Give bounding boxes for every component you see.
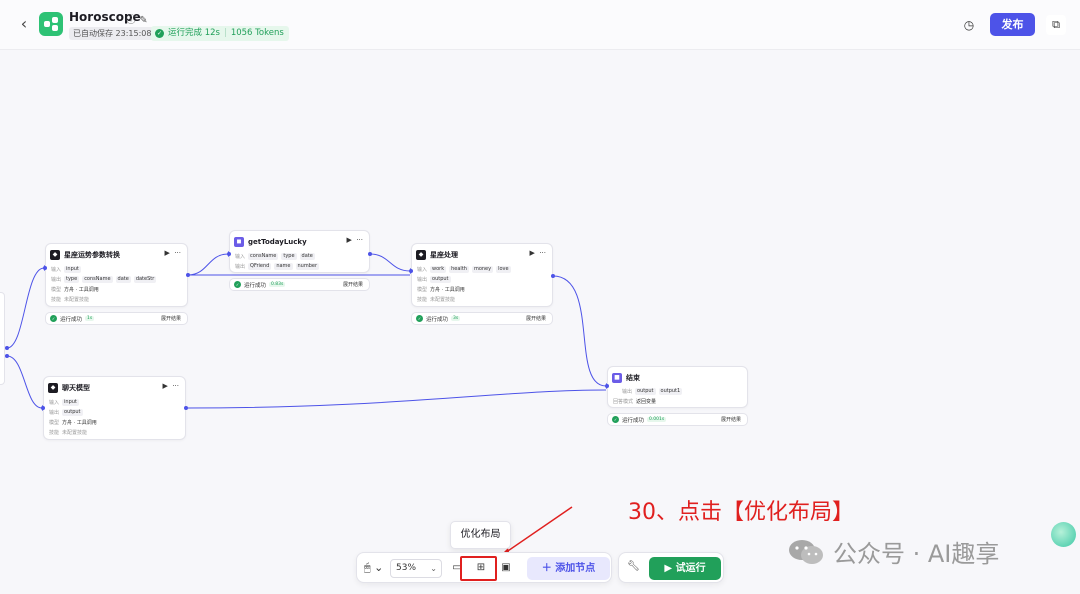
var-tag: number: [295, 262, 320, 270]
model-value: 方舟 · 工具调用: [62, 419, 97, 426]
var-tag: consName: [82, 275, 113, 283]
var-tag: output: [430, 275, 451, 283]
more-icon[interactable]: ···: [539, 249, 546, 257]
skill-value: 未配置技能: [430, 296, 456, 303]
wrench-icon[interactable]: 🔧︎: [627, 561, 640, 572]
run-result-bar[interactable]: ✓ 运行成功 0.83s 展开结果: [229, 278, 370, 291]
node-title: 聊天模型: [62, 383, 90, 392]
edge-start-chat: [6, 355, 43, 409]
optimize-layout-tooltip: 优化布局: [450, 521, 511, 549]
node-title: 星座处理: [430, 250, 458, 259]
var-tag: input: [64, 265, 81, 273]
input-port[interactable]: [605, 384, 609, 388]
edge-lucky-process: [369, 253, 411, 272]
play-icon[interactable]: ▶: [164, 249, 169, 257]
var-tag: type: [281, 252, 297, 260]
input-port[interactable]: [41, 406, 45, 410]
output-port[interactable]: [184, 406, 188, 410]
var-tag: work: [430, 265, 447, 273]
input-port[interactable]: [227, 252, 231, 256]
run-result-bar[interactable]: ✓ 运行成功 3s 展开结果: [411, 312, 553, 325]
node-end[interactable]: ■ 结束 输出 output output1 回答模式 返回变量: [607, 366, 748, 408]
output-port[interactable]: [368, 252, 372, 256]
edge-chat-end: [185, 389, 607, 409]
expand-result-button[interactable]: 展开结果: [526, 315, 546, 322]
var-tag: QFriend: [248, 262, 272, 270]
var-tag: date: [115, 275, 131, 283]
node-get-today-lucky[interactable]: ◼ getTodayLucky ▶ ··· 输入 consName type d…: [229, 230, 370, 273]
output-port[interactable]: [186, 273, 190, 277]
var-tag: money: [471, 265, 494, 273]
var-tag: date: [299, 252, 315, 260]
var-tag: output: [635, 387, 656, 395]
add-node-button[interactable]: ＋ 添加节点: [527, 557, 610, 580]
var-tag: dateStr: [133, 275, 157, 283]
output-port[interactable]: [5, 354, 9, 358]
llm-icon: ◆: [416, 249, 426, 260]
watermark: 公众号 · AI趣享: [787, 534, 999, 569]
more-icon[interactable]: ···: [174, 249, 181, 257]
annotation-arrow: [501, 506, 573, 556]
run-result-bar[interactable]: ✓ 运行成功 0.001s 展开结果: [607, 413, 748, 426]
end-icon: ■: [612, 372, 622, 383]
node-param-convert[interactable]: ◆ 星座运势参数转换 ▶ ··· 输入 input 输出 type consNa…: [45, 243, 188, 307]
answer-mode-value: 返回变量: [636, 398, 657, 405]
optimize-layout-icon[interactable]: ⊞: [474, 561, 488, 575]
check-circle-icon: ✓: [50, 315, 57, 322]
run-toolbar: 🔧︎ ▶ 试运行: [618, 552, 724, 583]
skill-value: 未配置技能: [62, 429, 88, 436]
node-chat-model[interactable]: ◆ 聊天模型 ▶ ··· 输入 input 输出 output 模型 方舟 · …: [43, 376, 186, 440]
chevron-down-icon: ⌄: [430, 564, 437, 573]
run-result-bar[interactable]: ✓ 运行成功 1s 展开结果: [45, 312, 188, 325]
var-tag: input: [62, 398, 79, 406]
check-circle-icon: ✓: [416, 315, 423, 322]
node-title: getTodayLucky: [248, 237, 307, 246]
var-tag: output1: [658, 387, 683, 395]
input-port[interactable]: [409, 269, 413, 273]
edge-convert-lucky: [187, 253, 229, 276]
llm-icon: ◆: [48, 382, 58, 393]
expand-result-button[interactable]: 展开结果: [721, 416, 741, 423]
plugin-icon: ◼: [234, 236, 244, 247]
check-circle-icon: ✓: [234, 281, 241, 288]
expand-result-button[interactable]: 展开结果: [161, 315, 181, 322]
output-port[interactable]: [5, 346, 9, 350]
play-icon[interactable]: ▶: [162, 382, 167, 390]
zoom-select[interactable]: 53% ⌄: [390, 559, 442, 578]
start-node-partial[interactable]: [0, 292, 5, 385]
play-icon[interactable]: ▶: [346, 236, 351, 244]
llm-icon: ◆: [50, 249, 60, 260]
step-annotation: 30、点击【优化布局】: [628, 500, 854, 525]
check-circle-icon: ✓: [612, 416, 619, 423]
var-tag: health: [449, 265, 469, 273]
mouse-mode-icon[interactable]: 🖱︎ ⌄: [364, 561, 383, 575]
more-icon[interactable]: ···: [356, 236, 363, 244]
edge-start-convert: [6, 267, 45, 349]
node-horoscope-process[interactable]: ◆ 星座处理 ▶ ··· 输入 work health money love 输…: [411, 243, 553, 307]
model-value: 方舟 · 工具调用: [430, 286, 465, 293]
test-run-button[interactable]: ▶ 试运行: [649, 557, 721, 580]
node-title: 星座运势参数转换: [64, 250, 120, 259]
model-value: 方舟 · 工具调用: [64, 286, 99, 293]
watermark-logo: [1051, 522, 1076, 547]
minimap-icon[interactable]: ▣: [499, 561, 513, 575]
skill-value: 未配置技能: [64, 296, 90, 303]
expand-result-button[interactable]: 展开结果: [343, 281, 363, 288]
var-tag: type: [64, 275, 80, 283]
wechat-icon: [789, 539, 823, 564]
output-port[interactable]: [551, 274, 555, 278]
input-port[interactable]: [43, 266, 47, 270]
var-tag: consName: [248, 252, 279, 260]
play-icon[interactable]: ▶: [529, 249, 534, 257]
more-icon[interactable]: ···: [172, 382, 179, 390]
var-tag: name: [274, 262, 293, 270]
var-tag: love: [496, 265, 511, 273]
canvas-toolbar: 🖱︎ ⌄ 53% ⌄ ▭ ⊞ ▣ ＋ 添加节点: [356, 552, 612, 583]
node-title: 结束: [626, 373, 640, 382]
edge-process-end: [552, 275, 607, 387]
var-tag: output: [62, 408, 83, 416]
